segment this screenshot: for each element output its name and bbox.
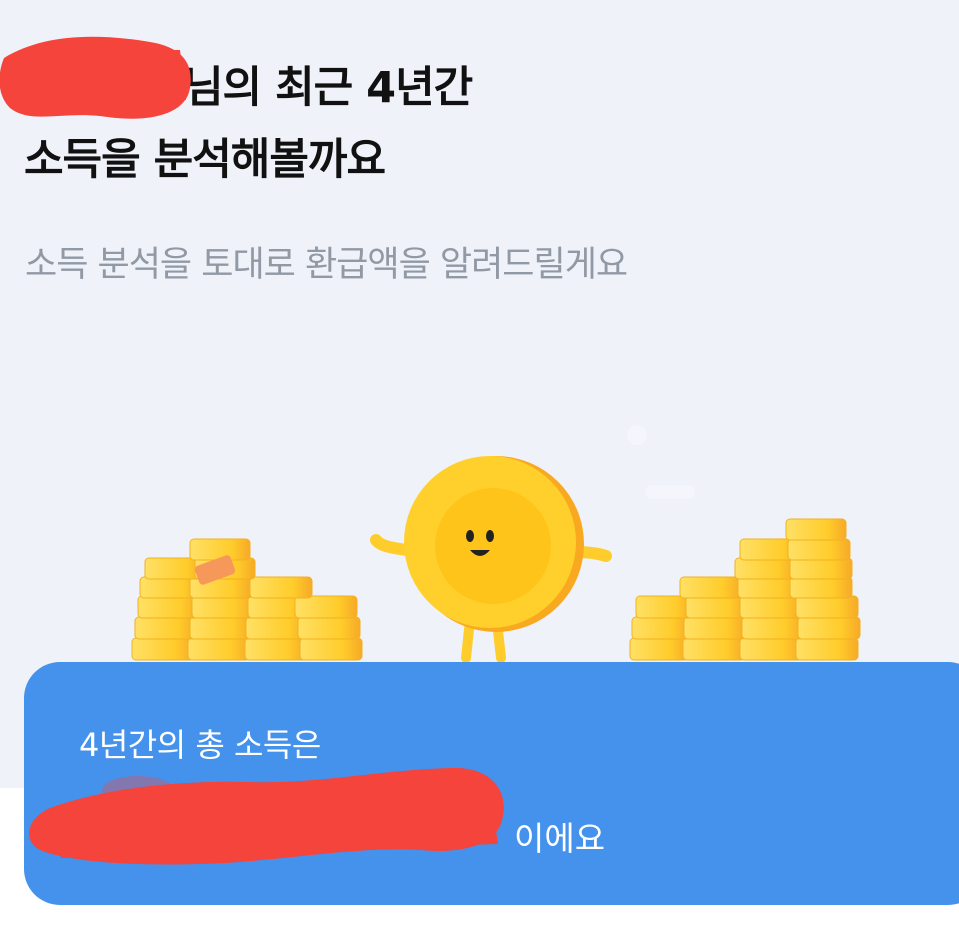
- right-coin-stack-icon: [629, 518, 861, 661]
- income-card-suffix: 이에요: [514, 819, 606, 858]
- sparkle-icon: [627, 425, 695, 499]
- coin-illustration: [131, 425, 861, 663]
- name-redaction-mark: [0, 36, 191, 119]
- amount-redaction-mark: [29, 767, 504, 865]
- title-line-2: 소득을 분석해볼까요: [24, 135, 386, 185]
- page-subtitle: 소득 분석을 토대로 환급액을 알려드릴게요: [25, 245, 628, 285]
- left-coin-stack-icon: [131, 538, 363, 661]
- coin-mascot-icon: [370, 456, 612, 663]
